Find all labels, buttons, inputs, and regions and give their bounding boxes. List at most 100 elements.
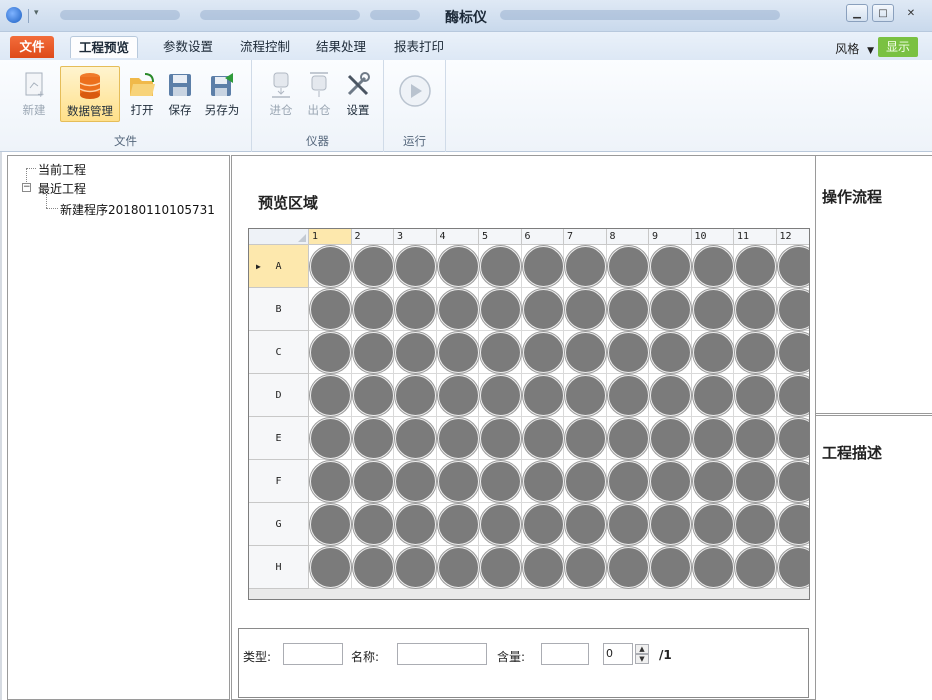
plate-cell[interactable] [776,417,809,460]
page-stepper[interactable]: ▲ ▼ [635,644,649,664]
plate-cell[interactable] [649,503,692,546]
plate-well[interactable] [777,461,809,502]
column-header[interactable]: 6 [521,229,564,245]
plate-well[interactable] [650,418,691,459]
plate-well[interactable] [735,461,776,502]
plate-cell[interactable] [394,503,437,546]
plate-well[interactable] [777,504,809,545]
plate-well[interactable] [650,332,691,373]
plate-cell[interactable] [351,288,394,331]
plate-well[interactable] [565,418,606,459]
plate-well[interactable] [310,375,351,416]
plate-cell[interactable] [649,546,692,589]
plate-well[interactable] [352,547,394,588]
plate-well[interactable] [692,418,734,459]
plate-well[interactable] [607,332,649,373]
plate-well[interactable] [607,504,649,545]
amount-field[interactable] [541,643,589,665]
plate-well[interactable] [735,375,776,416]
plate-well[interactable] [437,461,479,502]
plate-well[interactable] [522,289,564,330]
plate-cell[interactable] [521,288,564,331]
plate-well[interactable] [395,461,436,502]
plate-cell[interactable] [351,374,394,417]
new-button[interactable]: + 新建 [12,66,56,122]
plate-cell[interactable] [776,331,809,374]
plate-cell[interactable] [351,245,394,288]
plate-cell[interactable] [521,417,564,460]
column-header[interactable]: 12 [776,229,809,245]
plate-cell[interactable] [606,331,649,374]
maximize-button[interactable]: □ [872,4,894,22]
run-button[interactable] [394,66,436,122]
close-button[interactable]: ✕ [898,4,924,22]
plate-cell[interactable] [436,374,479,417]
plate-cell[interactable] [479,331,522,374]
plate-cell[interactable] [734,331,777,374]
plate-cell[interactable] [691,331,734,374]
column-header[interactable]: 5 [479,229,522,245]
plate-well[interactable] [480,289,521,330]
plate-well[interactable] [395,504,436,545]
plate-well[interactable] [565,332,606,373]
plate-well[interactable] [692,375,734,416]
plate-well[interactable] [352,418,394,459]
plate-cell[interactable] [351,503,394,546]
plate-cell[interactable] [351,546,394,589]
plate-well[interactable] [352,289,394,330]
plate-well[interactable] [692,461,734,502]
plate-cell[interactable] [394,417,437,460]
plate-cell[interactable] [691,546,734,589]
plate-cell[interactable] [691,417,734,460]
plate-well[interactable] [565,289,606,330]
plate-cell[interactable] [309,331,352,374]
plate-cell[interactable] [564,503,607,546]
data-management-button[interactable]: 数据管理 [60,66,120,122]
plate-cell[interactable] [394,288,437,331]
name-field[interactable] [397,643,487,665]
plate-well[interactable] [565,504,606,545]
plate-cell[interactable] [436,288,479,331]
row-header[interactable]: D [249,374,309,417]
save-as-button[interactable]: 另存为 [200,66,244,122]
plate-cell[interactable] [649,374,692,417]
plate-cell[interactable] [649,331,692,374]
plate-cell[interactable] [776,288,809,331]
row-header[interactable]: ▶ A [249,245,309,288]
tab-file[interactable]: 文件 [10,36,54,58]
plate-cell[interactable] [606,417,649,460]
plate-well[interactable] [310,504,351,545]
plate-cell[interactable] [564,331,607,374]
plate-well[interactable] [522,418,564,459]
plate-cell[interactable] [564,546,607,589]
plate-cell[interactable] [394,331,437,374]
column-header[interactable]: 1 [309,229,352,245]
plate-well[interactable] [607,461,649,502]
plate-well[interactable] [565,547,606,588]
plate-well[interactable] [437,418,479,459]
plate-cell[interactable] [776,245,809,288]
plate-well[interactable] [395,246,436,287]
plate-cell[interactable] [351,417,394,460]
plate-well[interactable] [735,332,776,373]
plate-cell[interactable] [691,503,734,546]
plate-cell[interactable] [734,503,777,546]
plate-cell[interactable] [309,374,352,417]
plate-well[interactable] [395,418,436,459]
tab-parameter-settings[interactable]: 参数设置 [155,36,221,58]
plate-well[interactable] [310,418,351,459]
plate-well[interactable] [522,461,564,502]
plate-well[interactable] [650,504,691,545]
plate-well[interactable] [480,246,521,287]
stepper-up-icon[interactable]: ▲ [635,644,649,654]
plate-cell[interactable] [309,245,352,288]
column-header[interactable]: 4 [436,229,479,245]
plate-well[interactable] [607,418,649,459]
plate-cell[interactable] [734,546,777,589]
plate-cell[interactable] [521,546,564,589]
plate-cell[interactable] [479,374,522,417]
plate-cell[interactable] [776,460,809,503]
plate-cell[interactable] [649,288,692,331]
plate-well[interactable] [480,375,521,416]
tab-process-control[interactable]: 流程控制 [232,36,298,58]
